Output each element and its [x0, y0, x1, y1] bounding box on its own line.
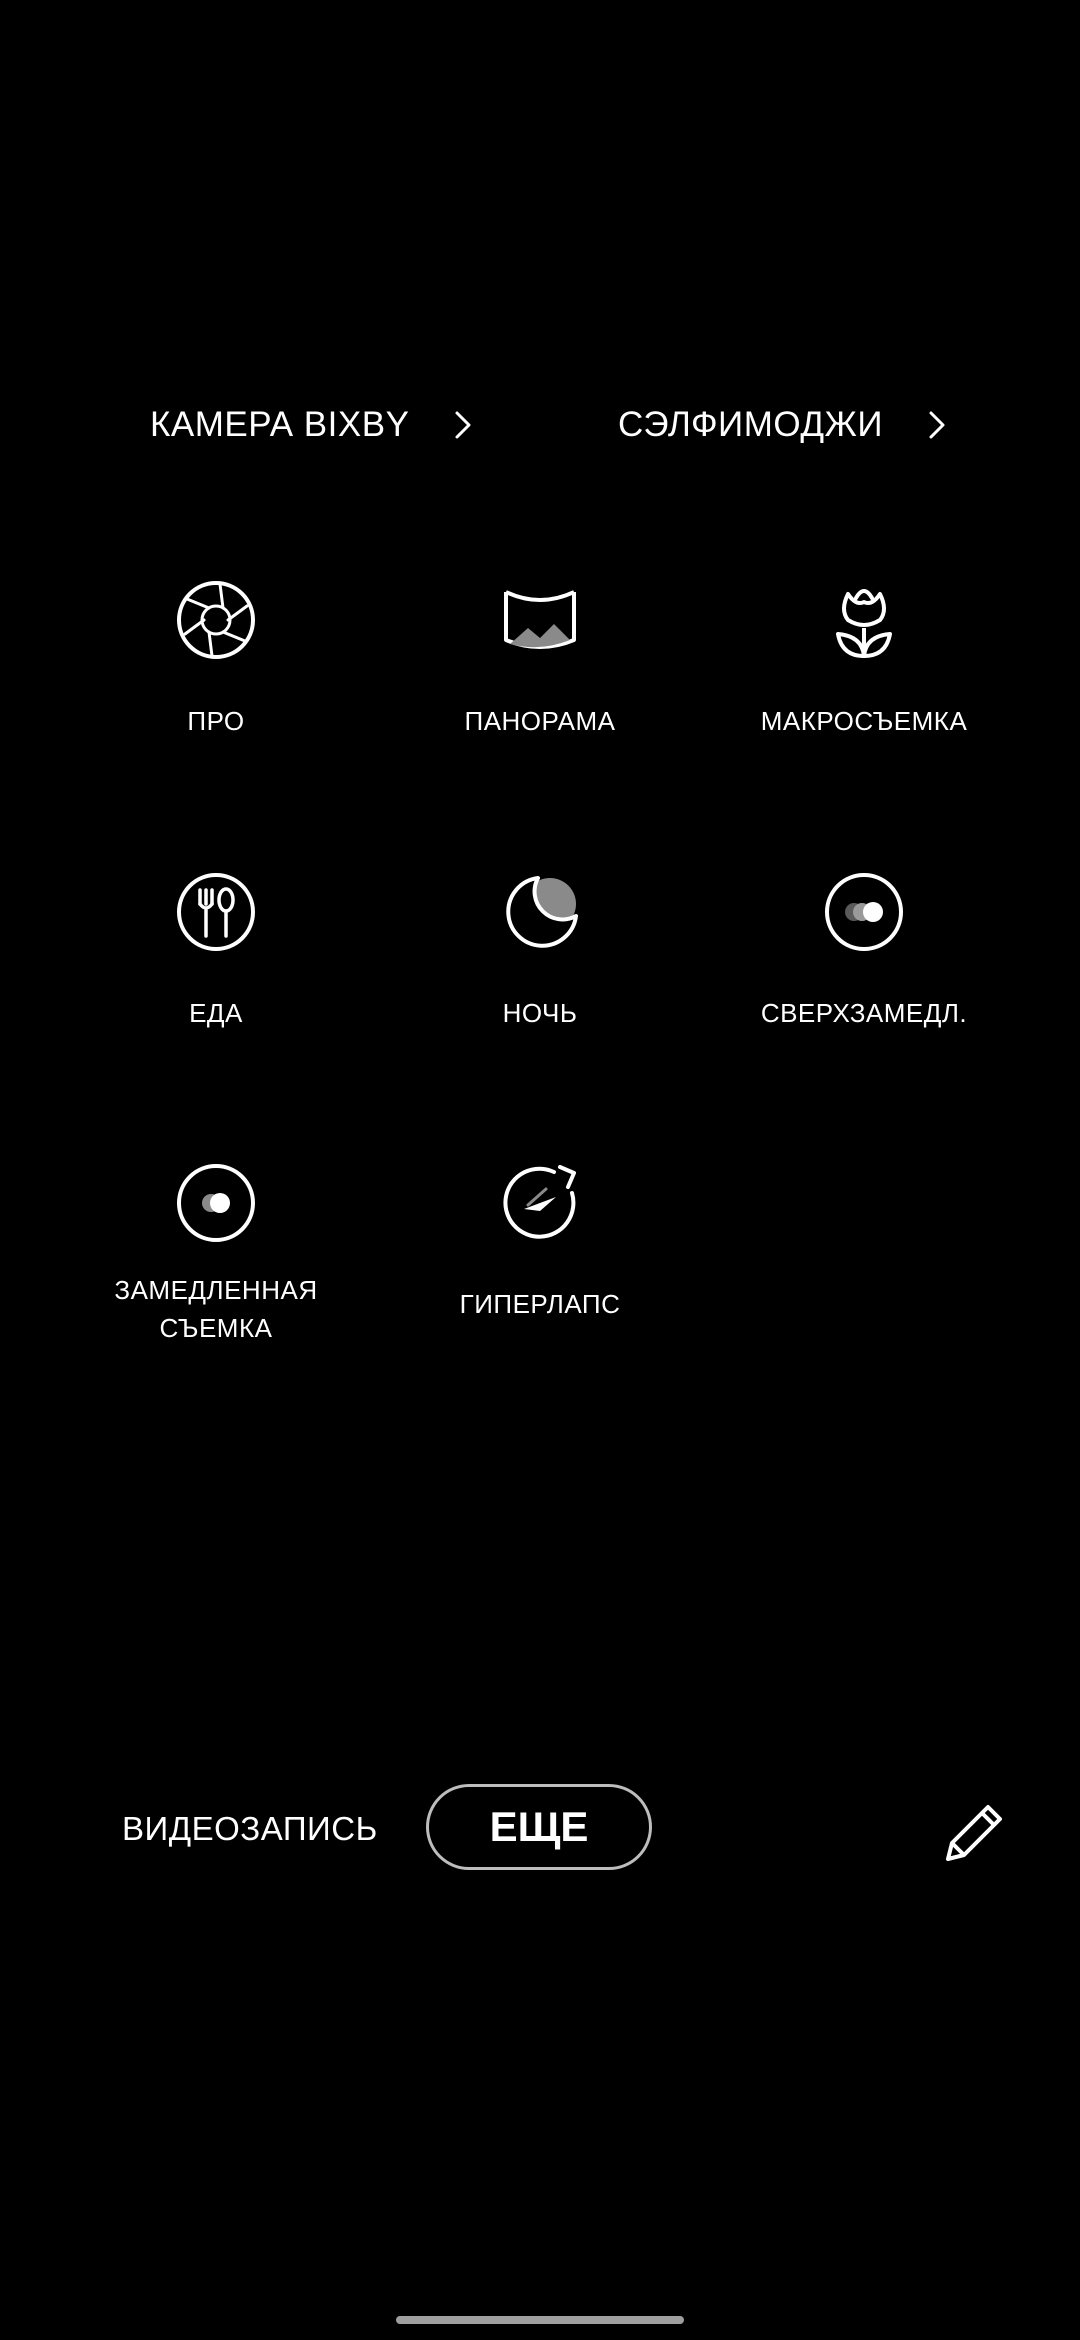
mode-food[interactable]: ЕДА	[54, 870, 378, 1032]
mode-slow-motion-label: ЗАМЕДЛЕННАЯ СЪЕМКА	[114, 1275, 318, 1343]
mode-super-slow-mo[interactable]: СВЕРХЗАМЕДЛ.	[702, 870, 1026, 1032]
mode-macro[interactable]: МАКРОСЪЕМКА	[702, 578, 1026, 740]
bixby-camera-link[interactable]: КАМЕРА BIXBY	[150, 395, 477, 455]
chevron-right-icon	[929, 411, 945, 439]
chevron-right-icon	[455, 411, 471, 439]
hyperlapse-icon	[503, 1165, 576, 1239]
mode-super-slow-mo-label: СВЕРХЗАМЕДЛ.	[760, 998, 968, 1028]
mode-pro-label: ПРО	[187, 706, 245, 736]
panorama-icon	[504, 590, 576, 649]
mode-macro-label: МАКРОСЪЕМКА	[760, 706, 968, 736]
selfiemoji-label: СЭЛФИМОДЖИ	[618, 405, 884, 444]
video-mode-tab[interactable]: ВИДЕОЗАПИСЬ	[122, 1805, 378, 1853]
more-button[interactable]: ЕЩЕ	[426, 1784, 652, 1870]
mode-hyperlapse-label: ГИПЕРЛАПС	[459, 1289, 621, 1319]
more-button-label: ЕЩЕ	[489, 1803, 589, 1850]
bixby-camera-label: КАМЕРА BIXBY	[150, 405, 410, 444]
mode-pro[interactable]: ПРО	[54, 578, 378, 740]
mode-hyperlapse[interactable]: ГИПЕРЛАПС	[378, 1161, 702, 1323]
super-slow-icon	[825, 873, 903, 951]
flower-icon	[836, 589, 892, 658]
mode-panorama[interactable]: ПАНОРАМА	[378, 578, 702, 740]
mode-slow-motion[interactable]: ЗАМЕДЛЕННАЯ СЪЕМКА	[54, 1161, 378, 1347]
aperture-icon	[177, 581, 255, 659]
moon-icon	[506, 876, 578, 948]
selfiemoji-link[interactable]: СЭЛФИМОДЖИ	[618, 395, 951, 455]
mode-food-label: ЕДА	[189, 998, 243, 1028]
fork-spoon-icon	[177, 873, 255, 951]
mode-panorama-label: ПАНОРАМА	[464, 706, 616, 736]
slow-motion-icon	[177, 1164, 255, 1242]
mode-night[interactable]: НОЧЬ	[378, 870, 702, 1032]
mode-night-label: НОЧЬ	[502, 998, 578, 1028]
home-indicator[interactable]	[396, 2316, 684, 2324]
pencil-icon[interactable]	[940, 1797, 1010, 1867]
